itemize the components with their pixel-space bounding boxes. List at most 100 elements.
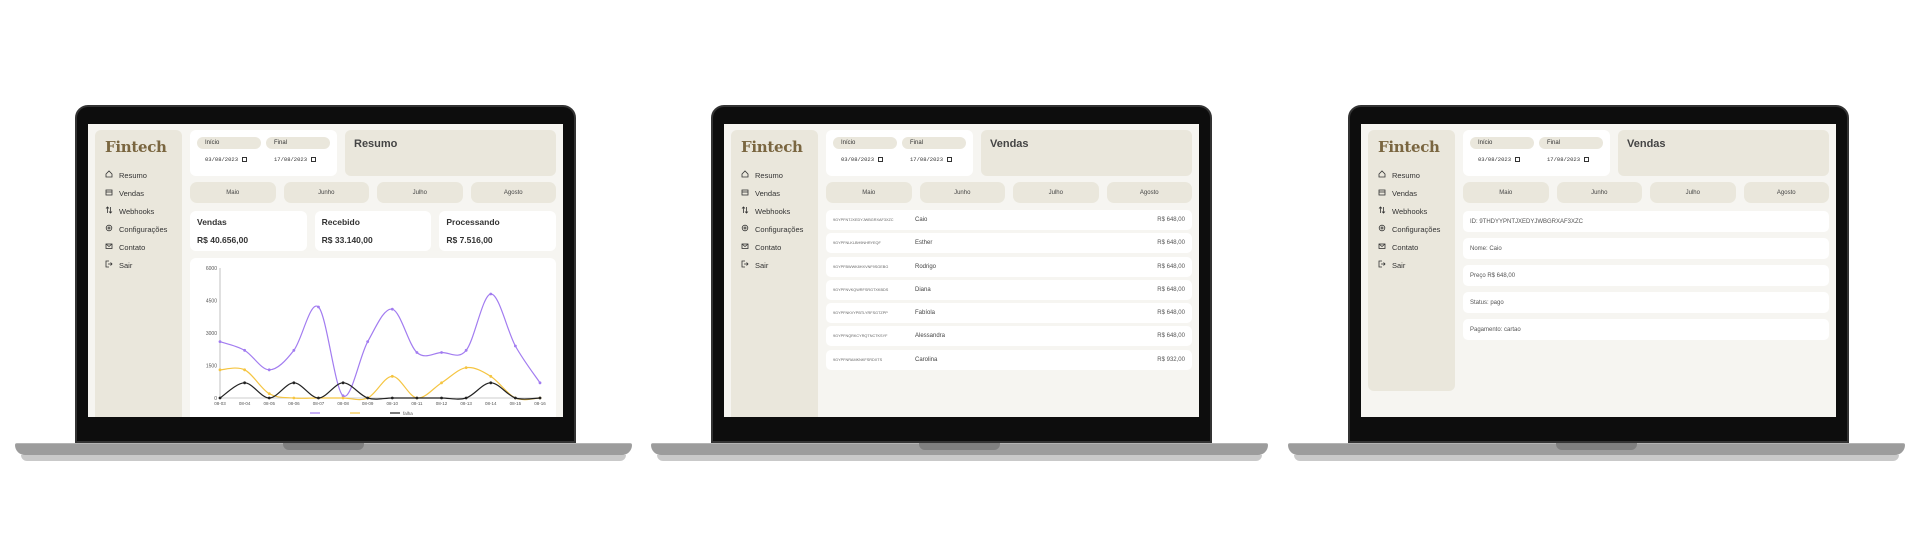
series-point-2	[390, 396, 394, 400]
start-date-input[interactable]: 03/08/2023	[1470, 156, 1534, 163]
detail-row: Nome: Caio	[1463, 238, 1829, 259]
nav-item-4[interactable]: Contato	[741, 238, 808, 256]
month-tab[interactable]: Agosto	[1743, 182, 1829, 203]
sale-name: Rodrigo	[915, 263, 937, 270]
calendar-icon[interactable]	[311, 157, 317, 162]
x-tick-label: 08-06	[288, 401, 300, 406]
series-point-1	[341, 396, 345, 400]
series-point-0	[366, 340, 370, 344]
mail-icon	[1378, 242, 1386, 252]
calendar-icon[interactable]	[947, 157, 953, 162]
date-filter: Início 03/08/2023 Final 17/08/2023	[190, 130, 337, 176]
nav-item-label: Webhooks	[119, 206, 155, 216]
sale-row[interactable]: 9GYPFNVKQWRFSRGTXKBDS Diana R$ 648,00	[826, 279, 1192, 300]
nav-item-4[interactable]: Contato	[105, 238, 172, 256]
sale-name: Diana	[915, 286, 931, 293]
end-date-input[interactable]: 17/08/2023	[266, 156, 330, 163]
nav-item-label: Configurações	[119, 224, 168, 234]
start-date-value: 03/08/2023	[841, 156, 875, 163]
logout-icon	[741, 260, 749, 270]
month-tab[interactable]: Junho	[1556, 182, 1642, 203]
end-date-label: Final	[1539, 137, 1603, 149]
sale-row[interactable]: 9GYPFNKVYPBTLYRFSGTZPP Fabíola R$ 648,00	[826, 303, 1192, 324]
series-point-0	[243, 348, 247, 352]
end-date-field[interactable]: Final 17/08/2023	[266, 137, 330, 163]
calendar-icon[interactable]	[878, 157, 884, 162]
nav-item-0[interactable]: Resumo	[1378, 166, 1445, 184]
start-date-field[interactable]: Início 03/08/2023	[1470, 137, 1534, 163]
nav-item-0[interactable]: Resumo	[105, 166, 172, 184]
x-tick-label: 08-08	[337, 401, 349, 406]
end-date-input[interactable]: 17/08/2023	[902, 156, 966, 163]
nav-item-label: Resumo	[755, 170, 783, 180]
nav-item-2[interactable]: Webhooks	[105, 202, 172, 220]
card-title: Vendas	[197, 217, 227, 227]
date-filter: Início 03/08/2023 Final 17/08/2023	[826, 130, 973, 176]
nav-item-5[interactable]: Sair	[105, 256, 172, 274]
logout-icon	[1378, 260, 1386, 270]
nav-item-label: Vendas	[119, 188, 145, 198]
month-tab[interactable]: Agosto	[470, 182, 556, 203]
month-tab[interactable]: Maio	[190, 182, 276, 203]
sales-list: 9GYPFNTJXEDYJWBGRXAF3XZC Caio R$ 648,00 9GY…	[826, 210, 1192, 417]
nav-item-label: Sair	[755, 260, 769, 270]
app-logo: Fintech	[105, 138, 167, 156]
nav-item-1[interactable]: Vendas	[1378, 184, 1445, 202]
end-date-input[interactable]: 17/08/2023	[1539, 156, 1603, 163]
screen-resumo: Fintech Resumo Vendas Webhooks Configuraçõe…	[88, 124, 563, 417]
sale-row[interactable]: 9GYPFBWWK8HXVNF9SGEBG Rodrigo R$ 648,00	[826, 256, 1192, 277]
nav-item-3[interactable]: Configurações	[1378, 220, 1445, 238]
month-tab[interactable]: Maio	[826, 182, 912, 203]
sale-id: 9GYPFNLKLBH9NHRYEQF	[833, 241, 881, 246]
calendar-icon[interactable]	[1515, 157, 1521, 162]
start-date-input[interactable]: 03/08/2023	[833, 156, 897, 163]
sale-row[interactable]: 9GYPFNQRKCYRQTNCTKSYF Alessandra R$ 648,00	[826, 326, 1192, 347]
end-date-field[interactable]: Final 17/08/2023	[902, 137, 966, 163]
nav-item-1[interactable]: Vendas	[741, 184, 808, 202]
nav-item-5[interactable]: Sair	[741, 256, 808, 274]
start-date-field[interactable]: Início 03/08/2023	[833, 137, 897, 163]
nav-item-1[interactable]: Vendas	[105, 184, 172, 202]
series-point-0	[464, 348, 468, 352]
nav-item-3[interactable]: Configurações	[741, 220, 808, 238]
month-tab[interactable]: Julho	[1013, 182, 1099, 203]
nav-item-label: Resumo	[119, 170, 147, 180]
start-date-input[interactable]: 03/08/2023	[197, 156, 261, 163]
nav-item-0[interactable]: Resumo	[741, 166, 808, 184]
start-date-field[interactable]: Início 03/08/2023	[197, 137, 261, 163]
end-date-value: 17/08/2023	[1547, 156, 1581, 163]
sale-row[interactable]: 9GYPFNLKLBH9NHRYEQF Esther R$ 648,00	[826, 233, 1192, 254]
nav-item-3[interactable]: Configurações	[105, 220, 172, 238]
end-date-field[interactable]: Final 17/08/2023	[1539, 137, 1603, 163]
nav-item-5[interactable]: Sair	[1378, 256, 1445, 274]
start-date-label: Início	[833, 137, 897, 149]
sale-id: 9GYPFNQRKCYRQTNCTKSYF	[833, 334, 888, 339]
gear-icon	[1378, 224, 1386, 234]
series-point-1	[390, 374, 394, 378]
sale-row[interactable]: 9GYPFNTJXEDYJWBGRXAF3XZC Caio R$ 648,00	[826, 210, 1192, 230]
nav-item-4[interactable]: Contato	[1378, 238, 1445, 256]
month-tab[interactable]: Julho	[377, 182, 463, 203]
x-tick-label: 08-14	[485, 401, 497, 406]
series-point-2	[415, 396, 419, 400]
nav-item-2[interactable]: Webhooks	[741, 202, 808, 220]
month-tab[interactable]: Junho	[919, 182, 1005, 203]
sale-row[interactable]: 9GYPFNRAMKNKFSRDXTS Carolina R$ 932,00	[826, 349, 1192, 370]
sale-name: Carolina	[915, 356, 938, 363]
app-logo: Fintech	[1378, 138, 1440, 156]
series-point-1	[267, 392, 271, 396]
month-tab[interactable]: Junho	[283, 182, 369, 203]
calendar-icon[interactable]	[242, 157, 248, 162]
calendar-icon[interactable]	[1584, 157, 1590, 162]
month-tab[interactable]: Julho	[1650, 182, 1736, 203]
home-icon	[741, 170, 749, 180]
sidebar: Fintech Resumo Vendas Webhooks Configuraçõe…	[1368, 130, 1455, 391]
laptop-venda-detail: Fintech Resumo Vendas Webhooks Configuraçõe…	[1288, 105, 1905, 461]
nav-item-2[interactable]: Webhooks	[1378, 202, 1445, 220]
x-tick-label: 08-04	[239, 401, 251, 406]
month-tab[interactable]: Agosto	[1106, 182, 1192, 203]
month-tab[interactable]: Maio	[1463, 182, 1549, 203]
screen-venda-detail: Fintech Resumo Vendas Webhooks Configuraçõe…	[1361, 124, 1836, 417]
summary-cards: Vendas R$ 40.656,00 Recebido R$ 33.140,0…	[190, 211, 557, 251]
laptop-notch	[283, 443, 364, 450]
